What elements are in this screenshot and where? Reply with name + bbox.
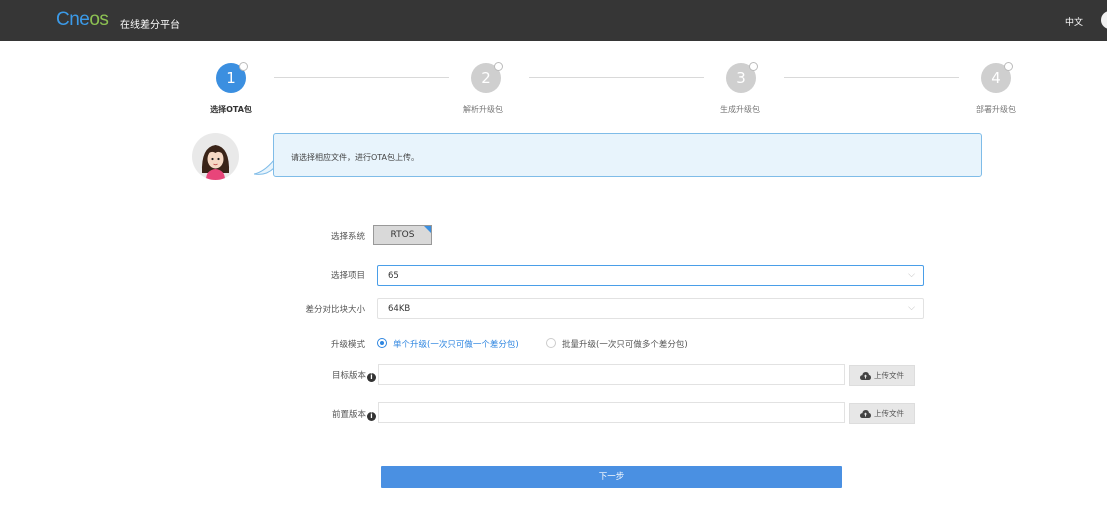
pre-version-label: 前置版本 i [300, 408, 376, 421]
step-connector [274, 77, 449, 78]
target-version-label: 目标版本 i [300, 369, 376, 382]
info-icon[interactable]: i [367, 412, 376, 421]
next-button[interactable]: 下一步 [381, 466, 842, 488]
project-select[interactable]: 65 ⌵ [377, 265, 924, 286]
tip-bubble: 请选择相应文件，进行OTA包上传。 [273, 133, 982, 177]
block-size-value: 64KB [388, 304, 411, 314]
selected-corner-icon [424, 226, 431, 233]
pre-version-text: 前置版本 [331, 410, 366, 420]
system-option-rtos[interactable]: RTOS [373, 225, 432, 245]
step-3-circle: 3 [726, 62, 758, 93]
language-switch[interactable]: 中文 [1065, 15, 1083, 28]
step-4-label: 部署升级包 [976, 105, 1016, 114]
project-label: 选择项目 [330, 271, 365, 281]
step-2-label: 解析升级包 [463, 105, 503, 114]
step-dot-icon [749, 62, 758, 71]
tip-text: 请选择相应文件，进行OTA包上传。 [291, 153, 420, 162]
upload-label: 上传文件 [874, 371, 904, 380]
info-icon[interactable]: i [367, 373, 376, 382]
chevron-down-icon: ⌵ [908, 303, 915, 313]
block-size-label: 差分对比块大小 [305, 305, 365, 315]
girl-icon [201, 145, 230, 180]
step-number: 3 [736, 69, 746, 87]
step-4-circle: 4 [981, 62, 1013, 93]
step-number: 2 [481, 69, 491, 87]
top-bar: Cneos 在线差分平台 中文 [0, 0, 1107, 41]
platform-title: 在线差分平台 [120, 20, 180, 31]
cloud-upload-icon [860, 372, 871, 380]
cloud-upload-icon [860, 410, 871, 418]
user-avatar[interactable] [1101, 11, 1107, 29]
step-3-label: 生成升级包 [720, 105, 760, 114]
upload-label: 上传文件 [874, 409, 904, 418]
system-option-label: RTOS [390, 230, 415, 240]
step-dot-icon [1004, 62, 1013, 71]
logo-text: Cne [56, 9, 90, 30]
system-label: 选择系统 [330, 232, 365, 242]
step-number: 4 [991, 69, 1001, 87]
step-connector [529, 77, 704, 78]
chevron-down-icon: ⌵ [908, 270, 915, 280]
pre-version-input[interactable] [378, 402, 845, 423]
assistant-avatar [192, 133, 239, 180]
logo[interactable]: Cneos [56, 9, 109, 31]
step-1-label: 选择OTA包 [210, 105, 252, 114]
step-number: 1 [226, 69, 236, 87]
target-upload-button[interactable]: 上传文件 [849, 365, 915, 386]
target-version-text: 目标版本 [331, 371, 366, 381]
step-connector [784, 77, 959, 78]
mode-single-radio[interactable] [377, 338, 387, 348]
mode-single-label[interactable]: 单个升级(一次只可做一个差分包) [393, 338, 519, 350]
step-dot-icon [494, 62, 503, 71]
step-dot-icon [239, 62, 248, 71]
step-1-circle: 1 [216, 62, 248, 93]
project-value: 65 [388, 271, 399, 281]
logo-os-text: os [89, 9, 109, 30]
step-2-circle: 2 [471, 62, 503, 93]
block-size-select[interactable]: 64KB ⌵ [377, 298, 924, 319]
mode-batch-label[interactable]: 批量升级(一次只可做多个差分包) [562, 338, 688, 350]
target-version-input[interactable] [378, 364, 845, 385]
mode-batch-radio[interactable] [546, 338, 556, 348]
pre-upload-button[interactable]: 上传文件 [849, 403, 915, 424]
mode-label: 升级模式 [330, 340, 365, 350]
